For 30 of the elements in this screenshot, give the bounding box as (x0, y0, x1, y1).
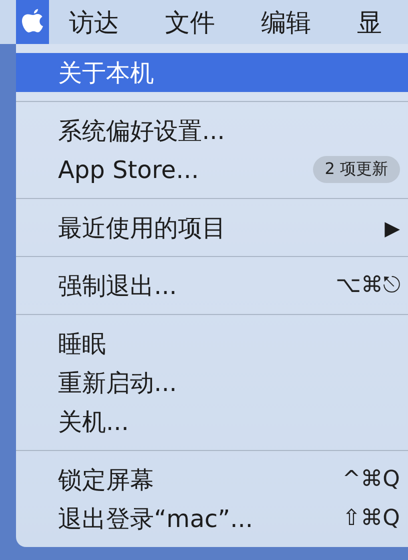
menu-bar-item[interactable]: 编辑 (241, 0, 311, 44)
menu-item-label: 关机... (58, 406, 130, 438)
menu-item-label: 锁定屏幕 (58, 464, 155, 496)
menu-item[interactable]: App Store... 2 项更新 (16, 150, 408, 189)
apple-menu-button[interactable] (16, 0, 49, 44)
menu-item-label: App Store... (58, 156, 200, 184)
menu-item[interactable]: 关机... (16, 402, 408, 441)
menu-item[interactable]: 关于本机 (16, 53, 408, 92)
menu-item[interactable]: 系统偏好设置... (16, 111, 408, 150)
menu-item-label: 退出登录“mac”... (58, 504, 254, 534)
update-count: 2 项更新 (312, 156, 400, 183)
menu-item-label: 系统偏好设置... (58, 116, 226, 146)
menu-item[interactable]: 睡眠 (16, 324, 408, 363)
menu-bar-item[interactable]: 显 (337, 0, 382, 44)
keyboard-shortcut: ⌥⌘⎋ (336, 273, 400, 298)
menu-item-label: 重新启动... (58, 368, 178, 398)
menu-item[interactable]: 强制退出... ⌥⌘⎋ (16, 266, 408, 305)
menu-item[interactable]: 锁定屏幕 ^⌘Q (16, 460, 408, 499)
menu-item-label: 强制退出... (58, 270, 178, 302)
keyboard-shortcut: ^⌘Q (342, 467, 400, 492)
menu-item[interactable]: 退出登录“mac”... ⇧⌘Q (16, 499, 408, 538)
menu-item-label: 睡眠 (58, 328, 107, 360)
submenu-arrow: ▶ (384, 216, 400, 240)
menu-bar-item[interactable]: 访达 (49, 0, 119, 44)
menu-item[interactable]: 最近使用的项目 ▶ (16, 208, 408, 247)
menu-bar-item[interactable]: 文件 (145, 0, 215, 44)
menu-item-label: 最近使用的项目 (58, 212, 227, 244)
keyboard-shortcut: ⇧⌘Q (342, 506, 400, 531)
menu-item[interactable]: 重新启动... (16, 363, 408, 402)
menu-item-label: 关于本机 (58, 58, 155, 88)
